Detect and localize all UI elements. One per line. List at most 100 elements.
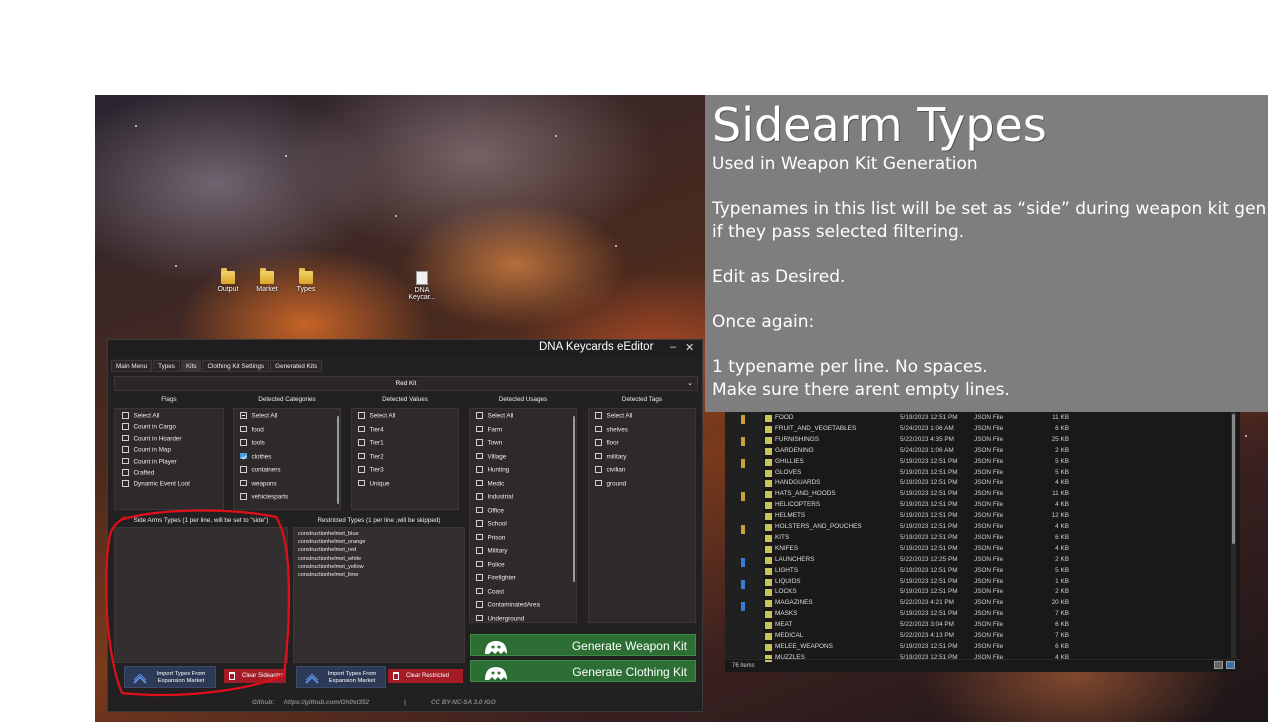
- categories-checkbox[interactable]: food: [240, 425, 264, 433]
- categories-checkbox[interactable]: vehiclesparts: [240, 493, 288, 501]
- navigation-pane[interactable]: [725, 412, 763, 658]
- file-row[interactable]: KNIFES 5/19/2023 12:51 PM JSON File 4 KB: [763, 544, 1233, 555]
- tab-clothing-kit-settings[interactable]: Clothing Kit Settings: [202, 360, 270, 372]
- file-row[interactable]: HATS_AND_HOODS 5/19/2023 12:51 PM JSON Fil…: [763, 489, 1233, 500]
- checkbox-box[interactable]: [476, 560, 483, 567]
- checkbox-box[interactable]: [358, 425, 365, 432]
- usages-checkbox[interactable]: Farm: [476, 425, 502, 433]
- tab-main-menu[interactable]: Main Menu: [111, 360, 153, 372]
- checkbox-box[interactable]: [476, 614, 483, 621]
- checkbox-box[interactable]: [476, 506, 483, 513]
- values-checkbox[interactable]: Unique: [358, 479, 389, 487]
- checkbox-box[interactable]: [595, 466, 602, 473]
- file-row[interactable]: HELMETS 5/19/2023 12:51 PM JSON File 12 KB: [763, 511, 1233, 522]
- file-row[interactable]: GHILLIES 5/19/2023 12:51 PM JSON File 5 KB: [763, 457, 1233, 468]
- desktop-icon-market[interactable]: Market: [247, 268, 287, 293]
- usages-checkbox[interactable]: Police: [476, 560, 505, 568]
- values-checkbox[interactable]: Tier1: [358, 439, 384, 447]
- file-row[interactable]: MASKS 5/19/2023 12:51 PM JSON File 7 KB: [763, 609, 1233, 620]
- flags-checkbox[interactable]: Count in Map: [122, 446, 171, 454]
- file-row[interactable]: KITS 5/19/2023 12:51 PM JSON File 6 KB: [763, 533, 1233, 544]
- sidearms-textarea[interactable]: [114, 527, 288, 663]
- checkbox-box[interactable]: [476, 493, 483, 500]
- checkbox-box[interactable]: [476, 601, 483, 608]
- file-row[interactable]: HELICOPTERS 5/19/2023 12:51 PM JSON File 4 …: [763, 500, 1233, 511]
- checkbox-box[interactable]: [476, 479, 483, 486]
- restricted-textarea[interactable]: constructionhelmet_blue constructionhelm…: [293, 527, 465, 663]
- categories-scrollbar[interactable]: [337, 416, 339, 504]
- usages-checkbox[interactable]: ContaminatedArea: [476, 601, 540, 609]
- tags-checkbox[interactable]: floor: [595, 439, 619, 447]
- file-row[interactable]: HANDGUARDS 5/19/2023 12:51 PM JSON File 4 K…: [763, 478, 1233, 489]
- checkbox-box[interactable]: [122, 423, 129, 430]
- checkbox-box[interactable]: [595, 439, 602, 446]
- usages-checkbox[interactable]: School: [476, 520, 507, 528]
- file-row[interactable]: MAGAZINES 5/22/2023 4:21 PM JSON File 20 KB: [763, 598, 1233, 609]
- usages-checkbox[interactable]: Industrial: [476, 493, 513, 501]
- values-checkbox[interactable]: Tier2: [358, 452, 384, 460]
- tags-checkbox[interactable]: ground: [595, 479, 626, 487]
- tags-checkbox[interactable]: military: [595, 452, 626, 460]
- flags-checkbox[interactable]: Dynamic Event Loot: [122, 480, 190, 488]
- scrollbar-thumb[interactable]: [1232, 414, 1235, 544]
- file-row[interactable]: FOOD 5/19/2023 12:51 PM JSON File 11 KB: [763, 413, 1233, 424]
- tags-checkbox[interactable]: Select All: [595, 412, 632, 420]
- import-restricted-button[interactable]: Import Types From Expansion Market: [296, 666, 386, 688]
- file-row[interactable]: FRUIT_AND_VEGETABLES 5/24/2023 1:06 AM JSO…: [763, 424, 1233, 435]
- checkbox-box[interactable]: [476, 439, 483, 446]
- desktop-icon-dna-keycards[interactable]: DNA Keycar...: [402, 271, 442, 301]
- file-row[interactable]: LOCKS 5/19/2023 12:51 PM JSON File 2 KB: [763, 587, 1233, 598]
- file-row[interactable]: LIQUIDS 5/19/2023 12:51 PM JSON File 1 KB: [763, 577, 1233, 588]
- checkbox-box[interactable]: [240, 439, 247, 446]
- file-list-scrollbar[interactable]: [1231, 412, 1236, 658]
- close-button[interactable]: ✕: [685, 341, 694, 354]
- usages-checkbox[interactable]: Prison: [476, 533, 505, 541]
- checkbox-box[interactable]: [122, 480, 129, 487]
- checkbox-box[interactable]: [595, 452, 602, 459]
- usages-checkbox[interactable]: Village: [476, 452, 506, 460]
- clear-sidearms-button[interactable]: Clear Sidearms: [224, 669, 286, 683]
- minimize-button[interactable]: –: [670, 341, 676, 353]
- usages-checkbox[interactable]: Firefighter: [476, 574, 516, 582]
- github-link[interactable]: https://github.com/Gh0st352: [284, 699, 369, 706]
- usages-checkbox[interactable]: Select All: [476, 412, 513, 420]
- checkbox-box[interactable]: [122, 469, 129, 476]
- details-view-icon[interactable]: [1214, 661, 1223, 669]
- usages-checkbox[interactable]: Office: [476, 506, 504, 514]
- file-row[interactable]: FURNISHINGS 5/22/2023 4:35 PM JSON File 25 …: [763, 435, 1233, 446]
- flags-checkbox[interactable]: Crafted: [122, 469, 154, 477]
- checkbox-box[interactable]: [358, 452, 365, 459]
- tab-types[interactable]: Types: [153, 360, 180, 372]
- checkbox-box[interactable]: [476, 452, 483, 459]
- checkbox-box[interactable]: [595, 425, 602, 432]
- checkbox-box[interactable]: [240, 479, 247, 486]
- title-bar[interactable]: DNA Keycards eEditor – ✕: [108, 340, 702, 358]
- desktop-icon-types[interactable]: Types: [286, 268, 326, 293]
- usages-checkbox[interactable]: Coast: [476, 587, 504, 595]
- checkbox-box[interactable]: [358, 466, 365, 473]
- usages-checkbox[interactable]: Hunting: [476, 466, 509, 474]
- values-checkbox[interactable]: Select All: [358, 412, 395, 420]
- checkbox-box[interactable]: [476, 520, 483, 527]
- checkbox-box[interactable]: [476, 547, 483, 554]
- checkbox-box[interactable]: [240, 412, 247, 419]
- checkbox-box[interactable]: [476, 466, 483, 473]
- usages-checkbox[interactable]: Military: [476, 547, 507, 555]
- tags-checkbox[interactable]: civilian: [595, 466, 625, 474]
- values-checkbox[interactable]: Tier4: [358, 425, 384, 433]
- checkbox-box[interactable]: [122, 446, 129, 453]
- categories-checkbox[interactable]: clothes: [240, 452, 271, 460]
- tags-checkbox[interactable]: shelves: [595, 425, 628, 433]
- checkbox-box[interactable]: [358, 479, 365, 486]
- file-row[interactable]: GARDENING 5/24/2023 1:06 AM JSON File 2 KB: [763, 446, 1233, 457]
- categories-checkbox[interactable]: Select All: [240, 412, 277, 420]
- file-row[interactable]: MEDICAL 5/22/2023 4:13 PM JSON File 7 KB: [763, 631, 1233, 642]
- usages-scrollbar[interactable]: [573, 416, 575, 582]
- tiles-view-icon[interactable]: [1226, 661, 1235, 669]
- usages-checkbox[interactable]: Underground: [476, 614, 524, 622]
- import-sidearms-button[interactable]: Import Types From Expansion Market: [124, 666, 216, 688]
- generate-clothing-kit-button[interactable]: Generate Clothing Kit: [470, 660, 696, 682]
- flags-checkbox[interactable]: Select All: [122, 412, 159, 420]
- checkbox-box[interactable]: [122, 412, 129, 419]
- tab-generated-kits[interactable]: Generated Kits: [270, 360, 323, 372]
